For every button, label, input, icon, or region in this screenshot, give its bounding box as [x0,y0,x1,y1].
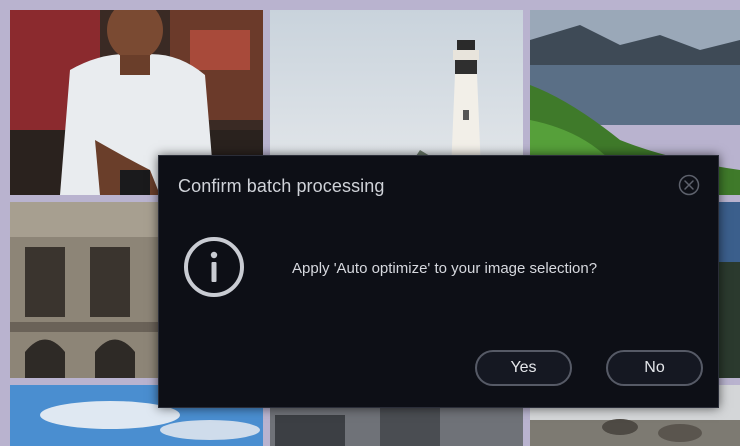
dialog-message: Apply 'Auto optimize' to your image sele… [292,260,598,277]
no-button[interactable]: No [606,350,703,386]
close-icon[interactable] [678,174,700,196]
confirm-dialog: Confirm batch processing Apply 'Auto opt… [158,155,719,408]
thumbnail-right-edge[interactable] [719,202,740,378]
yes-button[interactable]: Yes [475,350,572,386]
info-icon [183,236,245,298]
dialog-title: Confirm batch processing [178,176,385,196]
